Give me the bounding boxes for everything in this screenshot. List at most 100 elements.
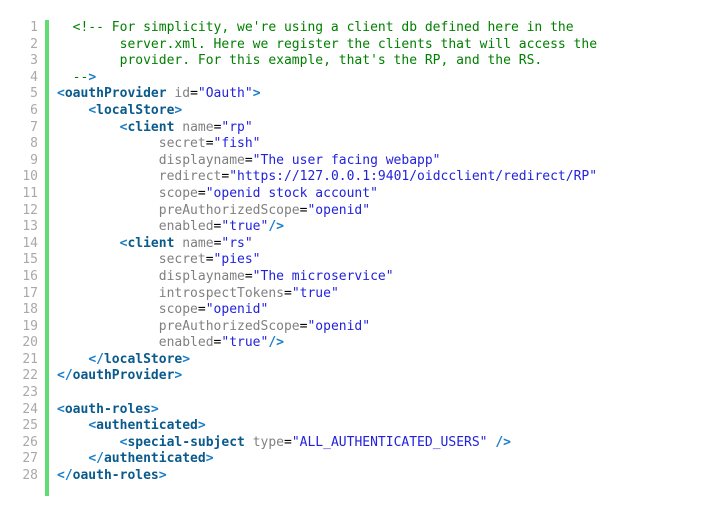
token-attrname: displayname bbox=[158, 268, 245, 284]
code-line[interactable]: 20 enabled="true"/> bbox=[0, 335, 713, 352]
code-line[interactable]: 8 secret="fish" bbox=[0, 136, 713, 153]
token-attrvalue: "pies" bbox=[213, 252, 261, 268]
line-content[interactable]: secret="fish" bbox=[38, 136, 261, 153]
code-line[interactable]: 22 </oauthProvider> bbox=[0, 368, 713, 385]
line-content[interactable]: secret="pies" bbox=[38, 252, 261, 269]
line-content[interactable]: </localStore> bbox=[38, 352, 190, 369]
code-line[interactable]: 24 <oauth-roles> bbox=[0, 402, 713, 419]
token-bracket: > bbox=[197, 418, 206, 434]
line-number: 28 bbox=[22, 468, 38, 484]
token-plain: = bbox=[190, 86, 198, 102]
line-number: 18 bbox=[22, 302, 38, 318]
line-content[interactable]: displayname="The user facing webapp" bbox=[38, 153, 441, 170]
code-line[interactable]: 11 scope="openid stock account" bbox=[0, 186, 713, 203]
token-bracket: > bbox=[150, 401, 159, 417]
line-content[interactable]: introspectTokens="true" bbox=[38, 286, 339, 303]
clipped-previous-line: " bbox=[0, 0, 713, 2]
code-line[interactable]: 19 preAuthorizedScope="openid" bbox=[0, 319, 713, 336]
token-attrvalue: "openid stock account" bbox=[205, 185, 378, 201]
code-line[interactable]: 2 server.xml. Here we register the clien… bbox=[0, 37, 713, 54]
token-comment: <!-- For simplicity, we're using a clien… bbox=[72, 20, 574, 35]
code-line[interactable]: 13 enabled="true"/> bbox=[0, 219, 713, 236]
line-number: 1 bbox=[30, 20, 38, 35]
line-content[interactable]: enabled="true"/> bbox=[38, 219, 284, 236]
code-line[interactable]: 10 redirect="https://127.0.0.1:9401/oidc… bbox=[0, 169, 713, 186]
line-content[interactable]: scope="openid stock account" bbox=[38, 186, 378, 203]
code-line[interactable]: 4 --> bbox=[0, 70, 713, 87]
token-attrname: introspectTokens bbox=[158, 285, 284, 301]
code-line[interactable]: 23 bbox=[0, 385, 713, 402]
line-content[interactable]: server.xml. Here we register the clients… bbox=[38, 37, 597, 54]
code-line[interactable]: 3 provider. For this example, that's the… bbox=[0, 53, 713, 70]
line-number: 22 bbox=[22, 368, 38, 384]
token-attrvalue: "The user facing webapp" bbox=[252, 152, 441, 168]
code-line[interactable]: 12 preAuthorizedScope="openid" bbox=[0, 203, 713, 220]
code-line[interactable]: 25 <authenticated> bbox=[0, 418, 713, 435]
code-line[interactable]: 16 displayname="The microservice" bbox=[0, 269, 713, 286]
token-attrname: secret bbox=[158, 252, 206, 268]
token-tagname: client bbox=[127, 235, 175, 251]
line-content[interactable]: enabled="true"/> bbox=[38, 335, 284, 352]
code-line[interactable]: 9 displayname="The user facing webapp" bbox=[0, 153, 713, 170]
token-tagname: oauthProvider bbox=[64, 86, 167, 102]
line-content[interactable]: <oauth-roles> bbox=[38, 402, 159, 419]
line-content[interactable]: <oauthProvider id="Oauth"> bbox=[38, 86, 261, 103]
line-content[interactable]: </oauth-roles> bbox=[38, 468, 167, 485]
token-bracket: > bbox=[174, 102, 183, 118]
token-attrvalue: "ALL_AUTHENTICATED_USERS" bbox=[291, 434, 488, 450]
line-number: 6 bbox=[30, 102, 38, 118]
token-tagname: oauth-roles bbox=[72, 468, 159, 484]
token-bracket: </ bbox=[57, 368, 73, 384]
line-content[interactable]: scope="openid" bbox=[38, 302, 269, 319]
line-number: 20 bbox=[22, 335, 38, 351]
line-content[interactable]: redirect="https://127.0.0.1:9401/oidccli… bbox=[38, 169, 597, 186]
line-content[interactable]: provider. For this example, that's the R… bbox=[38, 53, 543, 70]
line-content[interactable]: </oauthProvider> bbox=[38, 368, 182, 385]
token-plain: = bbox=[205, 252, 214, 268]
token-attrvalue: "The microservice" bbox=[252, 268, 394, 284]
code-line[interactable]: 6 <localStore> bbox=[0, 103, 713, 120]
line-number: 10 bbox=[22, 169, 38, 185]
token-tagname: special-subject bbox=[127, 434, 245, 450]
line-content[interactable]: <authenticated> bbox=[38, 418, 206, 435]
token-attrvalue: "rs" bbox=[221, 235, 253, 251]
token-attrname: displayname bbox=[158, 152, 245, 168]
token-bracket: > bbox=[158, 468, 167, 484]
code-line[interactable]: 15 secret="pies" bbox=[0, 252, 713, 269]
code-line[interactable]: 26 <special-subject type="ALL_AUTHENTICA… bbox=[0, 435, 713, 452]
code-line[interactable]: 21 </localStore> bbox=[0, 352, 713, 369]
code-line[interactable]: 5 <oauthProvider id="Oauth"> bbox=[0, 86, 713, 103]
line-content[interactable]: preAuthorizedScope="openid" bbox=[38, 319, 370, 336]
code-line[interactable]: 18 scope="openid" bbox=[0, 302, 713, 319]
code-line[interactable]: 1 <!-- For simplicity, we're using a cli… bbox=[0, 20, 713, 37]
line-content[interactable]: displayname="The microservice" bbox=[38, 269, 394, 286]
line-content[interactable]: <client name="rs" bbox=[38, 236, 253, 253]
line-content[interactable]: <localStore> bbox=[38, 103, 182, 120]
code-line[interactable]: 28 </oauth-roles> bbox=[0, 468, 713, 485]
line-content[interactable]: <special-subject type="ALL_AUTHENTICATED… bbox=[38, 435, 511, 452]
line-number: 27 bbox=[22, 451, 38, 467]
line-content[interactable]: --> bbox=[38, 70, 96, 87]
code-line[interactable]: 27 </authenticated> bbox=[0, 451, 713, 468]
code-line[interactable]: 17 introspectTokens="true" bbox=[0, 286, 713, 303]
token-bracket: < bbox=[57, 401, 65, 417]
code-lines-container[interactable]: 1 <!-- For simplicity, we're using a cli… bbox=[0, 20, 713, 485]
token-bracket: > bbox=[182, 351, 191, 367]
line-content[interactable]: </authenticated> bbox=[38, 451, 213, 468]
token-plain: = bbox=[205, 136, 214, 152]
line-content[interactable]: preAuthorizedScope="openid" bbox=[38, 203, 370, 220]
token-bracket: /> bbox=[268, 219, 284, 235]
line-content[interactable]: <client name="rp" bbox=[38, 120, 253, 137]
code-viewer[interactable]: " 1 <!-- For simplicity, we're using a c… bbox=[0, 0, 713, 508]
code-line[interactable]: 7 <client name="rp" bbox=[0, 120, 713, 137]
code-line[interactable]: 14 <client name="rs" bbox=[0, 236, 713, 253]
line-number: 13 bbox=[22, 219, 38, 235]
line-content[interactable]: <!-- For simplicity, we're using a clien… bbox=[38, 20, 574, 37]
